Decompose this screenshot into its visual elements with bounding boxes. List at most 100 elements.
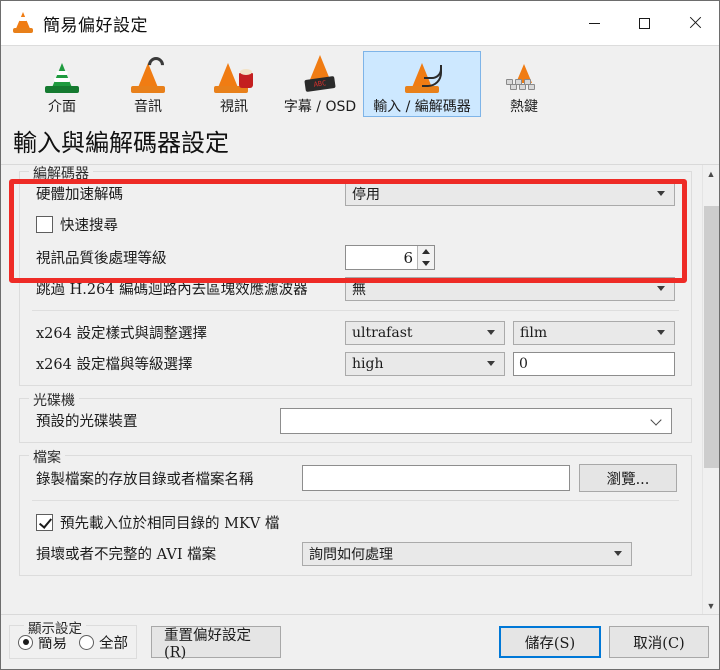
title-bar-left: 簡易偏好設定	[1, 11, 569, 36]
hw-decode-combo[interactable]: 停用	[345, 181, 675, 206]
postproc-spinner[interactable]: 6	[345, 245, 435, 270]
record-dir-label: 錄製檔案的存放目錄或者檔案名稱	[36, 471, 254, 488]
tab-video[interactable]: 視訊	[191, 51, 277, 117]
x264-tune-value: film	[520, 324, 548, 341]
hw-decode-label: 硬體加速解碼	[36, 187, 123, 203]
x264-profile-label: x264 設定檔與等級選擇	[36, 357, 193, 373]
reset-preferences-button[interactable]: 重置偏好設定(R)	[151, 626, 281, 661]
show-settings-legend: 顯示設定	[24, 617, 86, 637]
radio-simple[interactable]	[18, 634, 33, 650]
triangle-down-icon	[422, 260, 430, 266]
postproc-label: 視訊品質後處理等級	[36, 251, 167, 267]
preferences-toolbar: 介面 音訊 視訊 ABC 字幕 / OSD 輸入 / 編解碼器 熱鍵	[1, 45, 719, 118]
chevron-down-icon	[614, 551, 622, 556]
save-button[interactable]: 儲存(S)	[499, 626, 601, 658]
postproc-spinner-down[interactable]	[418, 258, 434, 270]
vertical-scrollbar[interactable]: ▲ ▼	[702, 165, 719, 614]
dialog-button-bar: 顯示設定 簡易 全部 重置偏好設定(R) 儲存(S) 取消(C)	[1, 614, 719, 669]
tab-interface-label: 介面	[48, 99, 76, 115]
scrollbar-track[interactable]	[703, 182, 720, 597]
x264-tune-combo[interactable]: film	[513, 320, 675, 345]
minimize-icon[interactable]	[569, 1, 619, 45]
scrollbar-thumb[interactable]	[703, 206, 719, 468]
default-disc-device-label: 預設的光碟裝置	[36, 414, 138, 430]
cancel-button[interactable]: 取消(C)	[609, 626, 709, 658]
vlc-cone-green-icon	[40, 55, 84, 95]
radio-all[interactable]	[79, 634, 94, 650]
h264-skip-value: 無	[352, 281, 366, 298]
postproc-row: 視訊品質後處理等級 6	[30, 244, 681, 271]
avi-combo[interactable]: 詢問如何處理	[302, 541, 632, 566]
chevron-down-icon	[487, 361, 495, 366]
divider	[32, 310, 679, 311]
mkv-preload-label: 預先載入位於相同目錄的 MKV 檔	[60, 516, 280, 532]
tab-subtitles-osd-label: 字幕 / OSD	[283, 99, 357, 115]
default-disc-device-combo[interactable]	[280, 407, 672, 434]
title-bar: 簡易偏好設定	[1, 1, 719, 45]
h264-skip-combo[interactable]: 無	[345, 276, 675, 301]
vlc-cone-cables-icon	[400, 55, 444, 95]
x264-preset-value: ultrafast	[352, 324, 413, 341]
vlc-cone-keyboard-icon	[502, 55, 546, 95]
chevron-down-icon	[651, 415, 662, 426]
avi-row: 損壞或者不完整的 AVI 檔案 詢問如何處理	[30, 540, 681, 567]
record-dir-input[interactable]	[302, 465, 570, 491]
show-settings-group: 顯示設定 簡易 全部	[9, 617, 137, 659]
radio-all-label: 全部	[99, 635, 128, 652]
maximize-icon[interactable]	[619, 1, 669, 45]
h264-skip-label: 跳過 H.264 編碼迴路內去區塊效應濾波器	[36, 282, 308, 298]
x264-profile-value: high	[352, 355, 384, 372]
page-title: 輸入與編解碼器設定	[1, 118, 719, 165]
codec-group-legend: 編解碼器	[29, 165, 93, 183]
tab-video-label: 視訊	[220, 99, 248, 115]
tab-audio[interactable]: 音訊	[105, 51, 191, 117]
tab-input-codecs-label: 輸入 / 編解碼器	[373, 99, 471, 115]
codec-group: 編解碼器 硬體加速解碼 停用 快速搜尋 視訊品質後處理等級 6 跳過 H.264…	[19, 165, 692, 386]
postproc-spinner-up[interactable]	[418, 246, 434, 258]
record-dir-row: 錄製檔案的存放目錄或者檔案名稱 瀏覽...	[30, 464, 681, 492]
fast-seek-label: 快速搜尋	[60, 218, 118, 234]
window-title: 簡易偏好設定	[43, 15, 148, 36]
vlc-cone-icon	[12, 12, 34, 34]
mkv-preload-row: 預先載入位於相同目錄的 MKV 檔	[30, 509, 681, 536]
h264-skip-row: 跳過 H.264 編碼迴路內去區塊效應濾波器 無	[30, 275, 681, 302]
x264-preset-combo[interactable]: ultrafast	[345, 320, 505, 345]
hw-decode-value: 停用	[352, 186, 380, 203]
tab-input-codecs[interactable]: 輸入 / 編解碼器	[363, 51, 481, 117]
scroll-down-button[interactable]: ▼	[703, 597, 720, 614]
avi-label: 損壞或者不完整的 AVI 檔案	[36, 547, 217, 563]
fast-seek-checkbox[interactable]	[36, 216, 53, 233]
chevron-down-icon	[657, 191, 665, 196]
disc-group: 光碟機 預設的光碟裝置	[19, 390, 692, 443]
file-group-legend: 檔案	[29, 447, 65, 467]
simple-preferences-window: 簡易偏好設定 介面 音訊 視訊 ABC 字幕 / OSD 輸入 / 編解碼器 熱…	[0, 0, 720, 670]
chevron-down-icon	[487, 330, 495, 335]
settings-scroll-area: 編解碼器 硬體加速解碼 停用 快速搜尋 視訊品質後處理等級 6 跳過 H.264…	[1, 165, 719, 614]
vlc-cone-subtitle-icon: ABC	[298, 55, 342, 95]
x264-level-value: 0	[519, 355, 528, 372]
x264-level-input[interactable]: 0	[513, 351, 675, 376]
vlc-cone-popcorn-icon	[212, 55, 256, 95]
tab-hotkeys[interactable]: 熱鍵	[481, 51, 567, 117]
chevron-down-icon	[657, 286, 665, 291]
close-icon[interactable]	[669, 1, 719, 45]
divider	[32, 500, 679, 501]
x264-preset-row: x264 設定樣式與調整選擇 ultrafast film	[30, 319, 681, 346]
x264-profile-combo[interactable]: high	[345, 351, 505, 376]
mkv-preload-checkbox[interactable]	[36, 514, 53, 531]
window-controls	[569, 1, 719, 45]
scroll-up-button[interactable]: ▲	[703, 165, 720, 182]
file-group: 檔案 錄製檔案的存放目錄或者檔案名稱 瀏覽... 預先載入位於相同目錄的 MKV…	[19, 447, 692, 576]
tab-interface[interactable]: 介面	[19, 51, 105, 117]
x264-profile-row: x264 設定檔與等級選擇 high 0	[30, 350, 681, 377]
browse-button-label: 瀏覽...	[606, 471, 650, 488]
x264-preset-label: x264 設定樣式與調整選擇	[36, 326, 207, 342]
postproc-value: 6	[403, 248, 413, 267]
tab-subtitles-osd[interactable]: ABC 字幕 / OSD	[277, 51, 363, 117]
browse-button[interactable]: 瀏覽...	[579, 464, 677, 492]
reset-preferences-label: 重置偏好設定(R)	[164, 627, 251, 661]
chevron-down-icon	[657, 330, 665, 335]
fast-seek-row: 快速搜尋	[30, 211, 681, 238]
triangle-up-icon	[422, 249, 430, 255]
save-button-label: 儲存(S)	[524, 635, 576, 652]
